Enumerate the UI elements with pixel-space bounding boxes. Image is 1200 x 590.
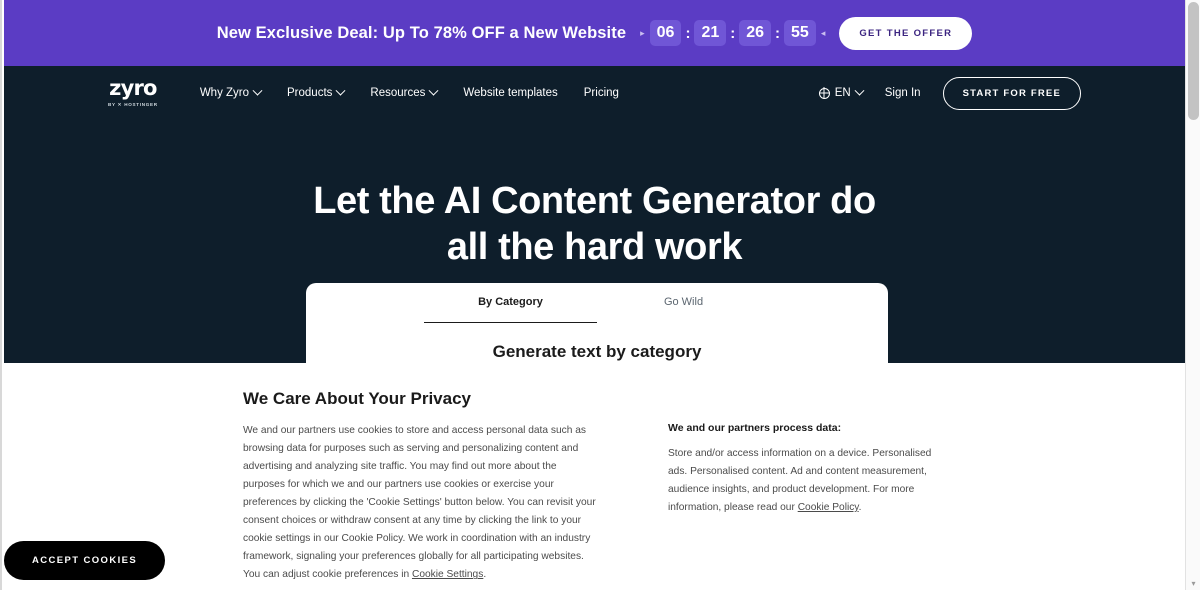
partners-body: Store and/or access information on a dev… bbox=[668, 445, 938, 517]
nav-item-website-templates[interactable]: Website templates bbox=[463, 87, 557, 99]
page-scrollbar[interactable]: ▾ bbox=[1185, 0, 1200, 590]
chevron-down-icon bbox=[335, 85, 346, 96]
cookie-settings-link[interactable]: Cookie Settings bbox=[412, 569, 483, 580]
partners-body-end: . bbox=[858, 502, 862, 514]
nav-item-label: Pricing bbox=[583, 87, 619, 99]
nav-item-label: Why Zyro bbox=[199, 87, 250, 99]
start-for-free-button[interactable]: START FOR FREE bbox=[942, 76, 1081, 110]
scrollbar-thumb[interactable] bbox=[1188, 2, 1199, 120]
language-label: EN bbox=[834, 87, 851, 99]
promo-banner: New Exclusive Deal: Up To 78% OFF a New … bbox=[4, 0, 1185, 66]
cookie-consent-body-end: . bbox=[483, 569, 487, 581]
generator-tabs: By Category Go Wild bbox=[306, 296, 888, 323]
hero-headline-line-1: Let the AI Content Generator do bbox=[313, 180, 876, 222]
timer-days: 06 bbox=[649, 19, 682, 47]
globe-icon bbox=[818, 87, 830, 99]
chevron-down-icon bbox=[854, 85, 865, 96]
generator-heading: Generate text by category bbox=[492, 342, 702, 361]
zyro-logo[interactable]: zyro BY ✕ HOSTINGER bbox=[108, 78, 158, 108]
main-navigation: zyro BY ✕ HOSTINGER Why Zyro Products Re… bbox=[4, 66, 1185, 120]
accept-cookies-button[interactable]: ACCEPT COOKIES bbox=[4, 541, 166, 580]
sign-in-link[interactable]: Sign In bbox=[885, 87, 921, 99]
countdown-timer: ▸ 06 : 21 : 26 : 55 ◂ bbox=[640, 19, 826, 47]
timer-right-arrow-icon: ◂ bbox=[820, 27, 826, 38]
get-the-offer-button[interactable]: GET THE OFFER bbox=[839, 16, 973, 50]
cookie-consent-content: We Care About Your Privacy We and our pa… bbox=[4, 389, 1185, 590]
timer-left-arrow-icon: ▸ bbox=[640, 27, 645, 38]
logo-byline: BY ✕ HOSTINGER bbox=[108, 102, 158, 107]
timer-separator-1: : bbox=[685, 24, 691, 42]
tab-by-category[interactable]: By Category bbox=[424, 296, 597, 323]
partners-title: We and our partners process data: bbox=[668, 422, 842, 434]
timer-separator-2: : bbox=[730, 24, 736, 42]
chevron-down-icon bbox=[428, 85, 439, 96]
promo-banner-text: New Exclusive Deal: Up To 78% OFF a New … bbox=[216, 23, 627, 42]
scrollbar-down-arrow-icon[interactable]: ▾ bbox=[1186, 580, 1200, 588]
cookie-consent-title: We Care About Your Privacy bbox=[243, 389, 471, 408]
timer-seconds: 55 bbox=[784, 19, 816, 47]
nav-item-pricing[interactable]: Pricing bbox=[584, 87, 619, 99]
cookie-consent-body-text: We and our partners use cookies to store… bbox=[243, 425, 596, 581]
web-page: New Exclusive Deal: Up To 78% OFF a New … bbox=[0, 0, 1185, 590]
browser-viewport: New Exclusive Deal: Up To 78% OFF a New … bbox=[0, 0, 1200, 590]
language-selector[interactable]: EN bbox=[818, 85, 865, 99]
timer-minutes: 26 bbox=[739, 19, 772, 47]
nav-item-label: Resources bbox=[370, 87, 426, 99]
nav-item-products[interactable]: Products bbox=[287, 85, 346, 99]
tab-go-wild[interactable]: Go Wild bbox=[597, 296, 770, 323]
nav-item-label: Website templates bbox=[463, 87, 558, 99]
cookie-consent-banner: We Care About Your Privacy We and our pa… bbox=[4, 363, 1185, 590]
generator-card: By Category Go Wild Generate text by cat… bbox=[306, 283, 888, 363]
nav-links: Why Zyro Products Resources Website temp… bbox=[199, 85, 619, 99]
timer-separator-3: : bbox=[775, 24, 781, 42]
nav-right-group: EN Sign In START FOR FREE bbox=[818, 76, 1081, 110]
nav-item-why-zyro[interactable]: Why Zyro bbox=[199, 85, 263, 99]
hero-headline-line-2: all the hard work bbox=[446, 226, 743, 269]
nav-item-resources[interactable]: Resources bbox=[370, 85, 439, 99]
cookie-policy-link[interactable]: Cookie Policy bbox=[798, 502, 859, 513]
cookie-consent-body: We and our partners use cookies to store… bbox=[243, 422, 599, 584]
hero-section: zyro BY ✕ HOSTINGER Why Zyro Products Re… bbox=[4, 66, 1185, 363]
nav-item-label: Products bbox=[287, 87, 333, 99]
logo-wordmark: zyro bbox=[109, 76, 157, 100]
timer-hours: 21 bbox=[694, 19, 727, 47]
chevron-down-icon bbox=[252, 85, 263, 96]
hero-headline: Let the AI Content Generator do all the … bbox=[4, 178, 1185, 271]
partners-section: We and our partners process data: Store … bbox=[668, 422, 938, 517]
